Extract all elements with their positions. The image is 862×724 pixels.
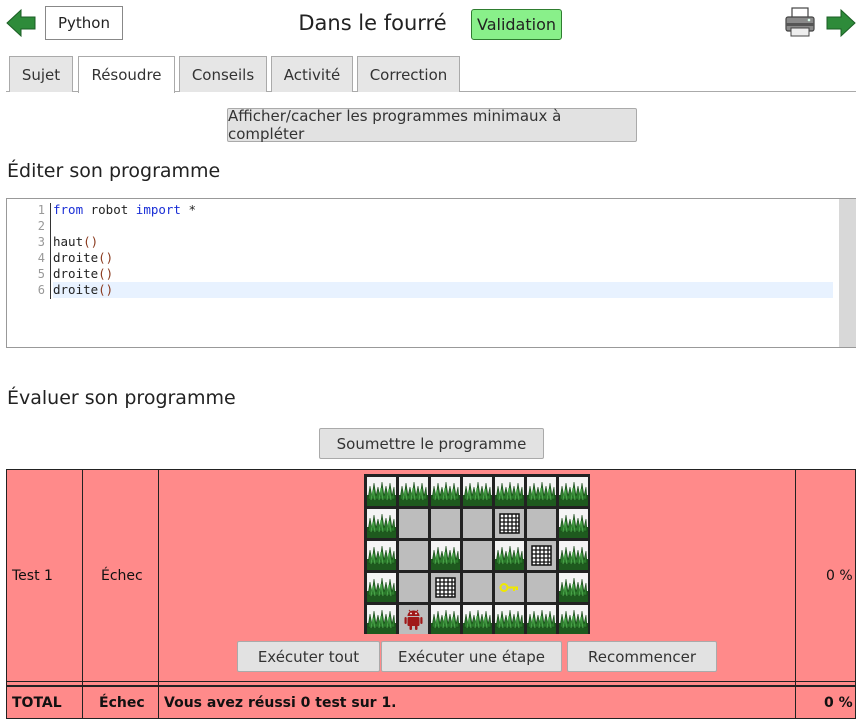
- grass-icon: [559, 605, 588, 634]
- empty-cell: [463, 509, 492, 538]
- robot-icon: [399, 605, 428, 634]
- code-line[interactable]: droite(): [53, 266, 833, 282]
- tab-activite[interactable]: Activité: [271, 56, 353, 92]
- empty-cell: [527, 573, 556, 602]
- line-number: 2: [37, 219, 45, 233]
- code-line[interactable]: droite(): [53, 250, 833, 266]
- code-line[interactable]: from robot import *: [53, 202, 833, 218]
- grass-icon: [559, 541, 588, 570]
- code-token: droite: [53, 250, 99, 265]
- line-number-gutter: 1 2 3 4 5 6: [7, 199, 51, 347]
- total-border: [7, 685, 855, 687]
- editor-scrollbar[interactable]: [839, 199, 856, 347]
- code-token: droite: [53, 282, 99, 297]
- evaluate-section-title: Évaluer son programme: [7, 387, 236, 409]
- code-parens: (): [98, 266, 114, 281]
- printer-icon[interactable]: [784, 6, 816, 38]
- grid-obstacle-icon: [527, 541, 556, 570]
- tab-conseils[interactable]: Conseils: [179, 56, 267, 92]
- run-all-button[interactable]: Exécuter tout: [237, 641, 380, 672]
- total-status: Échec: [99, 695, 145, 711]
- test-status: Échec: [101, 568, 143, 584]
- total-message: Vous avez réussi 0 test sur 1.: [164, 695, 397, 711]
- code-token: haut: [53, 234, 84, 249]
- gutter-separator: [50, 203, 51, 299]
- line-number: 1: [37, 203, 45, 217]
- code-token: droite: [53, 266, 99, 281]
- code-keyword: from: [53, 202, 84, 217]
- grass-icon: [431, 541, 460, 570]
- code-parens: (): [83, 234, 99, 249]
- code-parens: (): [98, 250, 114, 265]
- empty-cell: [399, 509, 428, 538]
- line-number: 5: [37, 267, 45, 281]
- grass-icon: [431, 477, 460, 506]
- empty-cell: [399, 541, 428, 570]
- empty-cell: [399, 573, 428, 602]
- line-number: 6: [37, 283, 45, 297]
- grass-icon: [495, 605, 524, 634]
- empty-cell: [431, 509, 460, 538]
- grass-icon: [463, 605, 492, 634]
- line-number: 4: [37, 251, 45, 265]
- grass-icon: [559, 573, 588, 602]
- grass-icon: [463, 477, 492, 506]
- grass-icon: [367, 509, 396, 538]
- grass-icon: [527, 605, 556, 634]
- grass-icon: [559, 477, 588, 506]
- total-label: TOTAL: [12, 695, 62, 711]
- tab-bar: Sujet Résoudre Conseils Activité Correct…: [6, 56, 856, 93]
- validation-button[interactable]: Validation: [471, 9, 562, 40]
- grass-icon: [399, 477, 428, 506]
- grass-icon: [367, 477, 396, 506]
- empty-cell: [463, 573, 492, 602]
- key-icon: [495, 573, 524, 602]
- robot-grid: [364, 474, 590, 634]
- grass-icon: [367, 541, 396, 570]
- results-table: Test 1 Échec 0 % Exécuter tout Exécuter …: [6, 469, 856, 719]
- line-number: 3: [37, 235, 45, 249]
- toggle-minimal-programs-button[interactable]: Afficher/cacher les programmes minimaux …: [227, 107, 637, 143]
- grass-icon: [559, 509, 588, 538]
- tab-correction[interactable]: Correction: [357, 56, 460, 92]
- editor-section-title: Éditer son programme: [7, 160, 221, 182]
- next-arrow-icon[interactable]: [826, 8, 856, 38]
- grass-icon: [495, 477, 524, 506]
- code-token: *: [180, 202, 197, 217]
- submit-program-button[interactable]: Soumettre le programme: [319, 428, 544, 459]
- grass-icon: [431, 605, 460, 634]
- language-button[interactable]: Python: [45, 6, 123, 40]
- tab-resoudre[interactable]: Résoudre: [78, 56, 175, 93]
- run-step-button[interactable]: Exécuter une étape: [381, 641, 562, 672]
- row-border: [7, 681, 855, 682]
- grass-icon: [527, 477, 556, 506]
- code-editor[interactable]: 123456 from robot import * haut() droite()…: [6, 198, 856, 348]
- code-line[interactable]: [53, 218, 833, 234]
- page-title: Dans le fourré: [298, 11, 447, 35]
- test-score: 0 %: [826, 568, 853, 584]
- grid-obstacle-icon: [431, 573, 460, 602]
- empty-cell: [527, 509, 556, 538]
- code-line[interactable]: haut(): [53, 234, 833, 250]
- code-keyword: import: [135, 202, 181, 217]
- code-line[interactable]: droite(): [53, 282, 833, 298]
- grass-icon: [495, 541, 524, 570]
- restart-button[interactable]: Recommencer: [567, 641, 717, 672]
- grass-icon: [367, 605, 396, 634]
- grass-icon: [367, 573, 396, 602]
- empty-cell: [463, 541, 492, 570]
- code-token: robot: [83, 202, 136, 217]
- grid-obstacle-icon: [495, 509, 524, 538]
- code-parens: (): [98, 282, 114, 297]
- test-name: Test 1: [12, 568, 53, 584]
- previous-arrow-icon[interactable]: [6, 8, 36, 38]
- total-score: 0 %: [824, 695, 853, 711]
- tab-sujet[interactable]: Sujet: [9, 56, 73, 92]
